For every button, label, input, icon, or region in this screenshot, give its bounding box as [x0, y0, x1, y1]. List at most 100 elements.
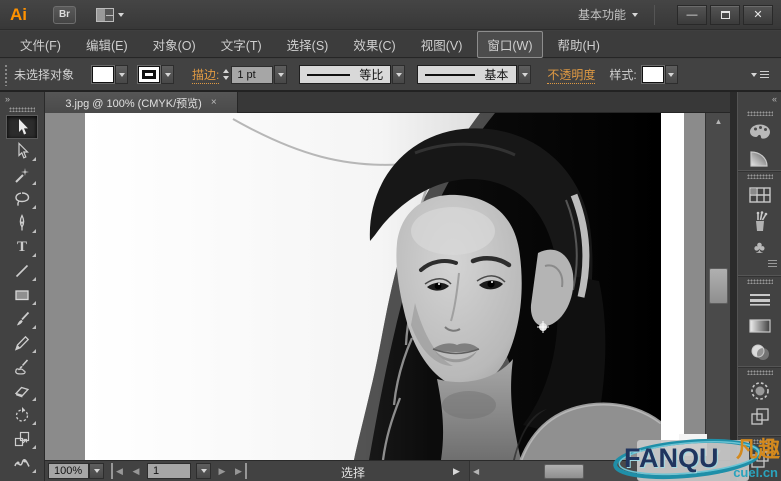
artboards-icon [750, 451, 769, 468]
menu-file[interactable]: 文件(F) [10, 31, 71, 58]
symbols-club-icon: ♣ [753, 237, 766, 257]
menu-view[interactable]: 视图(V) [411, 31, 473, 58]
dock-resize-grip[interactable] [768, 260, 777, 267]
stroke-width-dropdown[interactable] [274, 65, 288, 84]
document-area: 3.jpg @ 100% (CMYK/预览) × ▲ ▼ 100% ◀ ◀ 1 … [45, 92, 730, 481]
stroke-color-dropdown[interactable] [161, 65, 175, 84]
style-swatch[interactable] [641, 66, 664, 83]
brush-definition-dropdown[interactable] [518, 65, 532, 84]
lasso-tool[interactable] [6, 187, 38, 211]
style-dropdown[interactable] [664, 65, 678, 84]
direct-selection-arrow-icon [18, 142, 29, 159]
color-palette-icon [749, 124, 770, 139]
color-guide-panel-button[interactable] [741, 145, 779, 171]
stroke-panel-link[interactable]: 描边: [192, 66, 220, 84]
tab-close-icon[interactable]: × [211, 97, 217, 108]
selection-tool[interactable] [6, 115, 38, 139]
gradient-panel-button[interactable] [741, 313, 779, 339]
control-panel-menu-button[interactable] [751, 71, 769, 78]
horizontal-scroll-thumb[interactable] [544, 464, 584, 479]
panel-grip-icon[interactable] [746, 111, 773, 116]
menu-help[interactable]: 帮助(H) [548, 31, 610, 58]
menu-select[interactable]: 选择(S) [277, 31, 339, 58]
transparency-panel-button[interactable] [741, 339, 779, 365]
artboard-number-field[interactable]: 1 [147, 463, 191, 479]
bridge-button[interactable]: Br [53, 5, 76, 24]
appearance-circle-icon [750, 382, 769, 400]
vertical-scrollbar[interactable]: ▲ ▼ [705, 113, 730, 460]
maximize-button[interactable] [710, 4, 740, 25]
status-expand-icon[interactable]: ▶ [453, 466, 460, 477]
blob-brush-tool[interactable] [6, 355, 38, 379]
minimize-button[interactable]: — [677, 4, 707, 25]
line-segment-icon [15, 264, 29, 278]
symbols-panel-button[interactable]: ♣ [741, 234, 779, 260]
scroll-down-icon[interactable]: ▼ [706, 444, 731, 460]
opacity-panel-link[interactable]: 不透明度 [547, 66, 596, 84]
rotate-tool[interactable] [6, 403, 38, 427]
previous-artboard-button[interactable]: ◀ [129, 463, 143, 479]
eraser-tool[interactable] [6, 379, 38, 403]
menu-effect[interactable]: 效果(C) [343, 31, 405, 58]
menu-edit[interactable]: 编辑(E) [76, 31, 138, 58]
stroke-panel-button[interactable] [741, 287, 779, 313]
close-button[interactable]: ✕ [743, 4, 773, 25]
expand-panels-icon[interactable]: « [772, 94, 777, 104]
arrange-documents-button[interactable] [96, 7, 124, 22]
document-tab[interactable]: 3.jpg @ 100% (CMYK/预览) × [45, 92, 238, 113]
stroke-color-swatch[interactable] [138, 66, 161, 83]
color-panel-button[interactable] [741, 119, 779, 145]
scale-tool[interactable] [6, 427, 38, 451]
artboards-panel-button[interactable] [741, 447, 779, 473]
brush-definition-select[interactable]: 基本 [417, 65, 518, 84]
magic-wand-tool[interactable] [6, 163, 38, 187]
paintbrush-tool[interactable] [6, 307, 38, 331]
panel-grip-icon[interactable] [4, 63, 9, 86]
workspace-switcher[interactable]: 基本功能 [578, 4, 655, 25]
line-segment-tool[interactable] [6, 259, 38, 283]
pencil-tool[interactable] [6, 331, 38, 355]
first-artboard-button[interactable]: ◀ [111, 463, 125, 479]
menu-window[interactable]: 窗口(W) [477, 30, 543, 58]
panel-grip-icon[interactable] [746, 174, 773, 179]
artboard-dropdown[interactable] [196, 463, 211, 479]
swatches-panel-button[interactable] [741, 182, 779, 208]
maximize-icon [720, 10, 730, 19]
scroll-right-icon[interactable]: ▶ [720, 461, 726, 481]
pen-tool[interactable] [6, 211, 38, 235]
collapse-panel-icon[interactable]: » [5, 94, 10, 104]
next-artboard-button[interactable]: ▶ [215, 463, 229, 479]
chevron-down-icon [277, 72, 284, 77]
horizontal-scrollbar[interactable]: ◀ ▶ [469, 461, 730, 481]
rectangle-tool[interactable] [6, 283, 38, 307]
scroll-up-icon[interactable]: ▲ [706, 113, 731, 129]
stroke-width-field[interactable]: 1 pt [231, 65, 274, 84]
canvas-viewport[interactable] [45, 113, 705, 460]
appearance-panel-button[interactable] [741, 378, 779, 404]
vertical-scroll-thumb[interactable] [709, 268, 728, 304]
last-artboard-button[interactable]: ▶ [233, 463, 247, 479]
dock-divider[interactable] [730, 92, 737, 481]
brushes-panel-button[interactable] [741, 208, 779, 234]
zoom-level-field[interactable]: 100% [48, 463, 89, 479]
graphic-styles-panel-button[interactable] [741, 404, 779, 430]
width-tool[interactable] [6, 451, 38, 475]
direct-selection-tool[interactable] [6, 139, 38, 163]
panel-grip-icon[interactable] [9, 107, 35, 112]
width-profile-dropdown[interactable] [392, 65, 406, 84]
width-profile-value: 等比 [359, 68, 384, 82]
fill-color-dropdown[interactable] [115, 65, 129, 84]
chevron-down-icon [164, 72, 171, 77]
width-profile-select[interactable]: 等比 [299, 65, 392, 84]
chevron-down-icon [118, 12, 124, 17]
fill-color-swatch[interactable] [92, 66, 115, 83]
stroke-width-stepper[interactable] [223, 69, 230, 80]
panel-grip-icon[interactable] [746, 279, 773, 284]
scroll-left-icon[interactable]: ◀ [473, 461, 479, 481]
type-tool[interactable]: T [6, 235, 38, 259]
menu-object[interactable]: 对象(O) [143, 31, 206, 58]
zoom-level-dropdown[interactable] [89, 463, 104, 479]
panel-grip-icon[interactable] [746, 370, 773, 375]
panel-grip-icon[interactable] [746, 439, 773, 444]
menu-type[interactable]: 文字(T) [211, 31, 272, 58]
